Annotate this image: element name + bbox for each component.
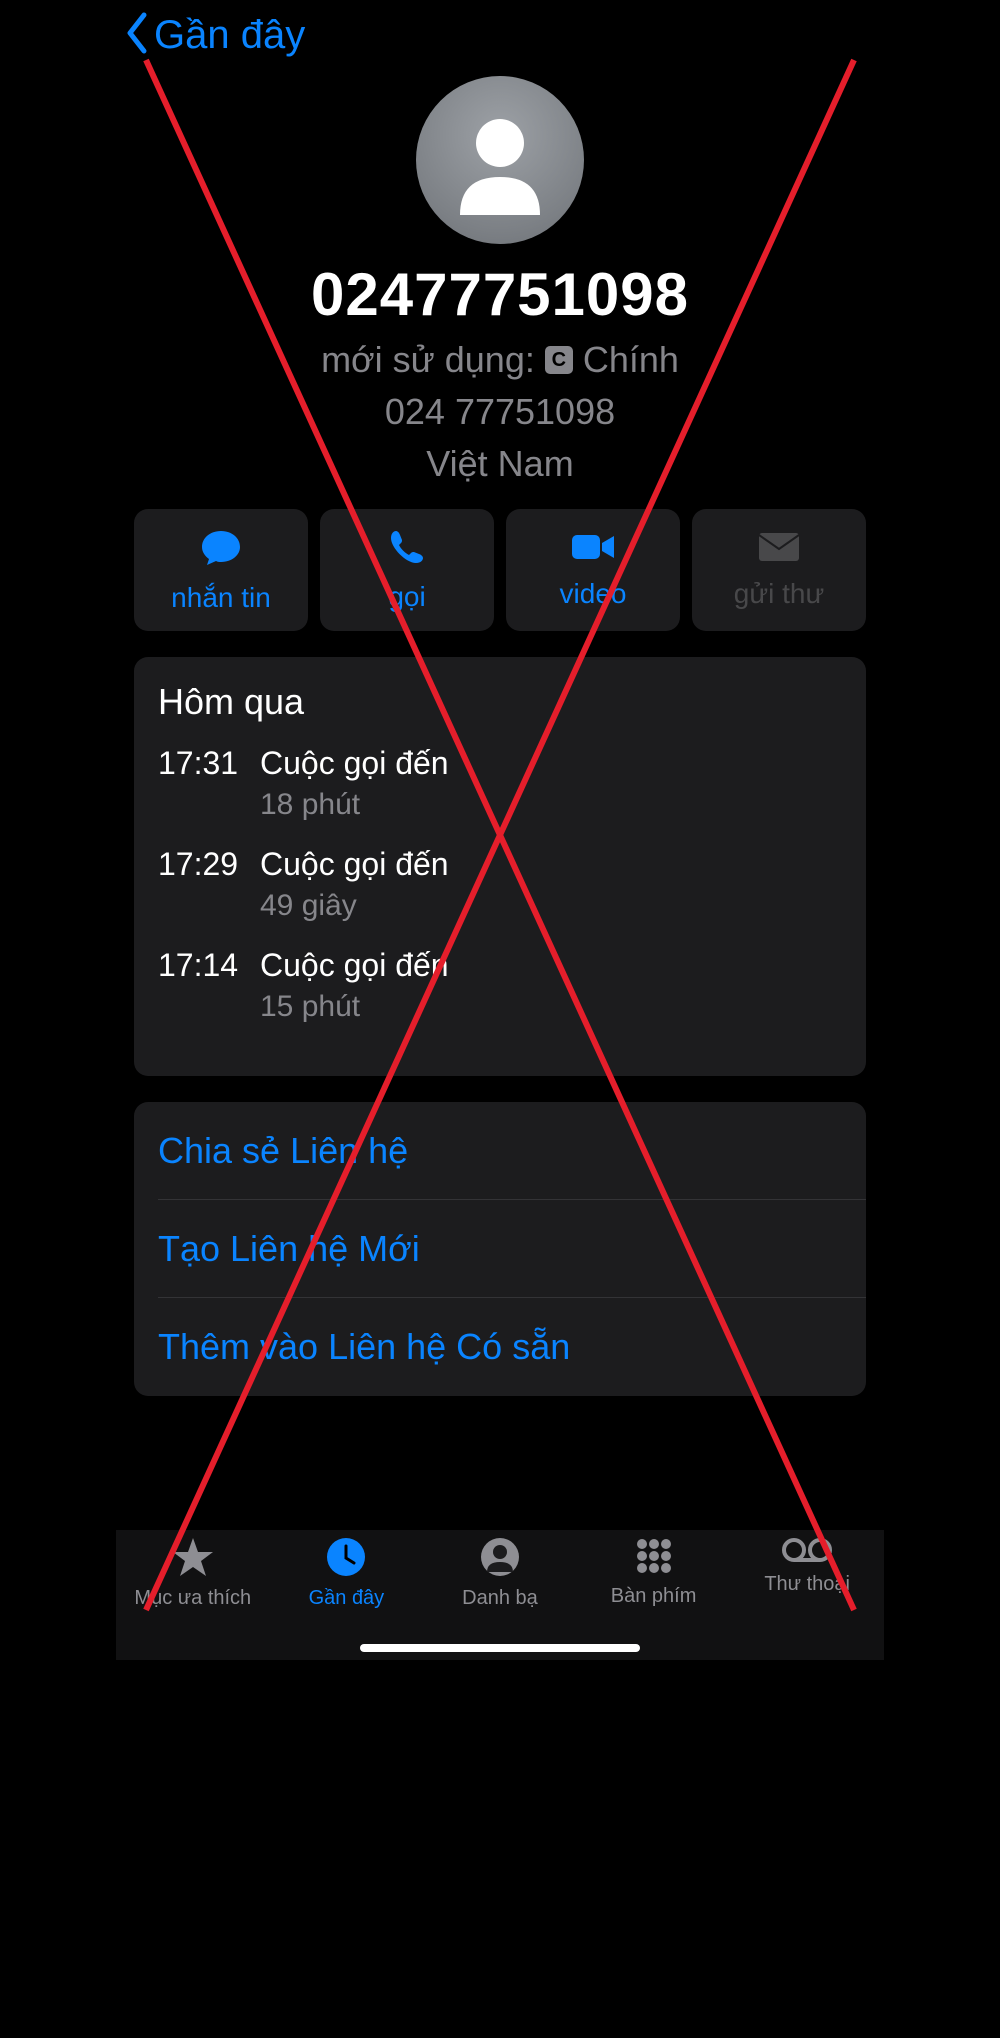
tab-label: Thư thoại xyxy=(764,1573,850,1596)
video-button[interactable]: video xyxy=(506,509,680,631)
video-button-label: video xyxy=(560,578,627,610)
tab-bar: Mục ưa thích Gần đây Danh bạ Bàn phím xyxy=(116,1530,884,1660)
phone-number-title: 02477751098 xyxy=(311,260,689,329)
call-type: Cuộc gọi đến xyxy=(260,846,449,883)
call-type: Cuộc gọi đến xyxy=(260,947,449,984)
back-chevron-icon[interactable] xyxy=(124,11,150,60)
clock-icon xyxy=(325,1536,367,1583)
keypad-icon xyxy=(634,1536,674,1581)
tab-keypad[interactable]: Bàn phím xyxy=(577,1536,731,1608)
home-indicator[interactable] xyxy=(360,1644,640,1652)
phone-contact-detail-screen: Gần đây 02477751098 mới sử dụng: C Chính… xyxy=(116,0,884,1660)
action-buttons-row: nhắn tin gọi video gửi thư xyxy=(116,485,884,641)
region-label: Việt Nam xyxy=(426,443,573,485)
tab-label: Danh bạ xyxy=(462,1587,538,1610)
call-button-label: gọi xyxy=(388,581,425,613)
tab-contacts[interactable]: Danh bạ xyxy=(423,1536,577,1610)
recently-used-line: mới sử dụng: C Chính xyxy=(321,339,679,381)
message-button-label: nhắn tin xyxy=(171,582,271,614)
recently-used-prefix: mới sử dụng: xyxy=(321,339,535,381)
create-contact-option[interactable]: Tạo Liên hệ Mới xyxy=(134,1200,866,1298)
add-to-existing-contact-option[interactable]: Thêm vào Liên hệ Có sẵn xyxy=(134,1298,866,1396)
call-history-panel: Hôm qua 17:31 Cuộc gọi đến 18 phút 17:29… xyxy=(134,657,866,1076)
tab-label: Mục ưa thích xyxy=(134,1587,251,1610)
phone-number-formatted: 024 77751098 xyxy=(385,391,615,433)
call-history-row: 17:31 Cuộc gọi đến 18 phút xyxy=(158,745,842,840)
tab-recents[interactable]: Gần đây xyxy=(270,1536,424,1610)
star-icon xyxy=(171,1536,215,1583)
tab-label: Gần đây xyxy=(309,1587,385,1610)
nav-bar: Gần đây xyxy=(116,0,884,66)
call-time: 17:14 xyxy=(158,947,242,1042)
phone-icon xyxy=(388,528,426,571)
call-time: 17:29 xyxy=(158,846,242,941)
video-icon xyxy=(570,531,616,568)
share-contact-option[interactable]: Chia sẻ Liên hệ xyxy=(134,1102,866,1200)
call-duration: 49 giây xyxy=(260,889,449,923)
person-silhouette-icon xyxy=(445,105,555,215)
avatar-placeholder xyxy=(416,76,584,244)
call-type: Cuộc gọi đến xyxy=(260,745,449,782)
mail-button-label: gửi thư xyxy=(734,578,824,610)
tab-voicemail[interactable]: Thư thoại xyxy=(730,1536,884,1596)
call-duration: 18 phút xyxy=(260,788,449,822)
call-button[interactable]: gọi xyxy=(320,509,494,631)
call-history-row: 17:14 Cuộc gọi đến 15 phút xyxy=(158,947,842,1042)
call-duration: 15 phút xyxy=(260,990,449,1024)
tab-label: Bàn phím xyxy=(611,1585,697,1608)
contact-options-panel: Chia sẻ Liên hệ Tạo Liên hệ Mới Thêm vào… xyxy=(134,1102,866,1396)
call-history-row: 17:29 Cuộc gọi đến 49 giây xyxy=(158,846,842,941)
history-section-title: Hôm qua xyxy=(158,681,842,723)
tab-favorites[interactable]: Mục ưa thích xyxy=(116,1536,270,1610)
contact-header: 02477751098 mới sử dụng: C Chính 024 777… xyxy=(116,76,884,485)
sim-badge-icon: C xyxy=(545,346,573,374)
person-circle-icon xyxy=(479,1536,521,1583)
voicemail-icon xyxy=(781,1536,833,1569)
call-time: 17:31 xyxy=(158,745,242,840)
sim-name: Chính xyxy=(583,339,679,381)
message-icon xyxy=(200,527,242,572)
back-button-label[interactable]: Gần đây xyxy=(154,13,305,58)
message-button[interactable]: nhắn tin xyxy=(134,509,308,631)
mail-button: gửi thư xyxy=(692,509,866,631)
mail-icon xyxy=(757,531,801,568)
